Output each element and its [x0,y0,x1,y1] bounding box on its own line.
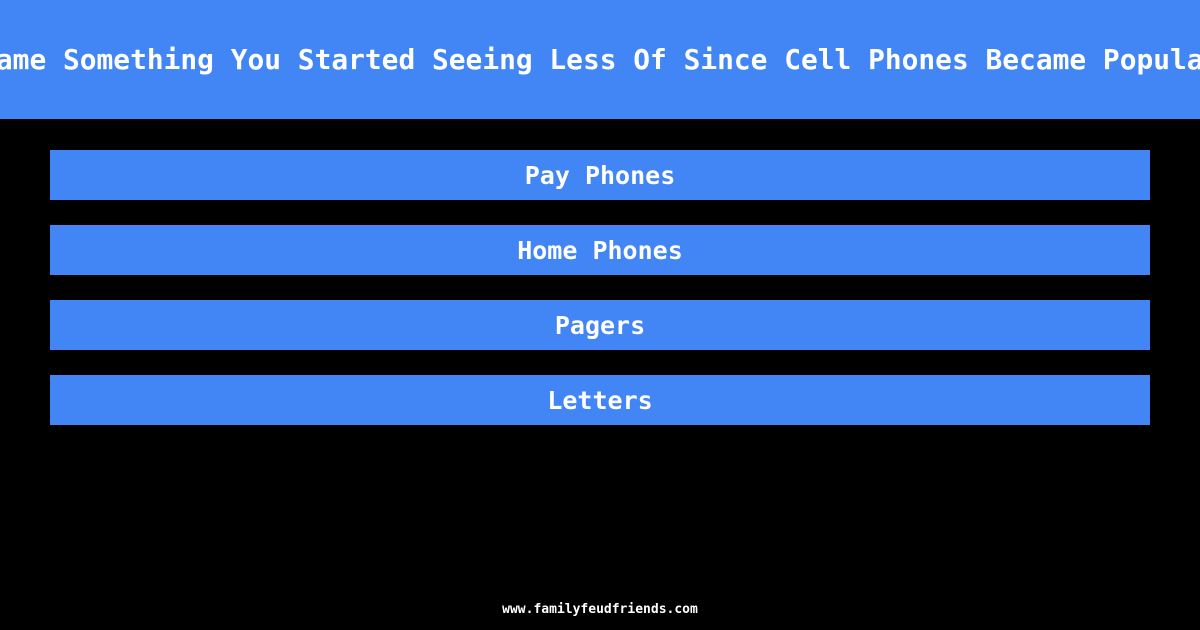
answer-row[interactable]: Letters [50,375,1150,425]
question-text: Name Something You Started Seeing Less O… [0,42,1200,76]
site-url: www.familyfeudfriends.com [502,602,698,617]
answer-row[interactable]: Pay Phones [50,150,1150,200]
footer: www.familyfeudfriends.com [0,598,1200,617]
answer-label: Letters [547,385,653,415]
family-feud-answer-card: Name Something You Started Seeing Less O… [0,0,1200,630]
answer-label: Home Phones [517,235,683,265]
answer-label: Pay Phones [524,160,676,190]
question-banner: Name Something You Started Seeing Less O… [0,0,1200,119]
answer-label: Pagers [554,310,646,340]
answer-row[interactable]: Pagers [50,300,1150,350]
answer-row[interactable]: Home Phones [50,225,1150,275]
answer-list: Pay Phones Home Phones Pagers Letters [50,150,1150,425]
